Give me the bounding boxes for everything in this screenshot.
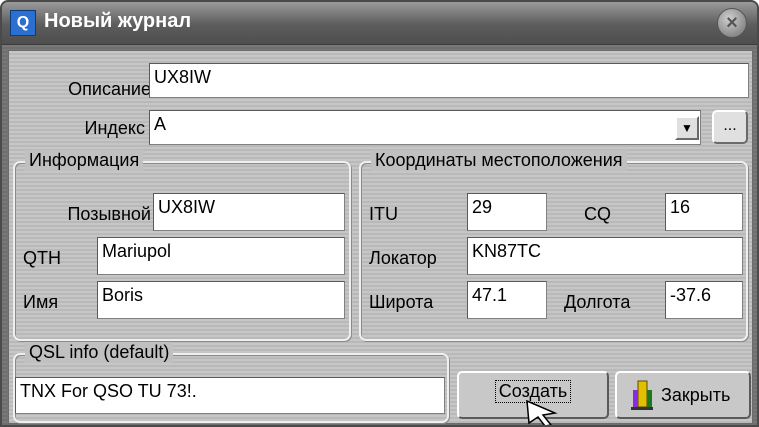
locator-label: Локатор — [369, 248, 437, 268]
callsign-field[interactable]: UX8IW — [153, 193, 345, 231]
description-field[interactable]: UX8IW — [149, 63, 749, 98]
name-label: Имя — [23, 292, 59, 312]
cq-label: CQ — [584, 204, 611, 224]
app-logo-icon: Q — [10, 10, 36, 36]
close-button[interactable]: Закрыть — [615, 371, 751, 419]
latitude-label: Широта — [369, 292, 434, 312]
index-label: Индекс — [84, 118, 145, 138]
qsl-info-field[interactable]: TNX For QSO TU 73!. — [15, 377, 445, 414]
name-field[interactable]: Boris — [97, 281, 345, 319]
longitude-field[interactable]: -37.6 — [665, 281, 743, 319]
chevron-down-icon[interactable]: ▼ — [675, 116, 699, 140]
mouse-cursor-icon — [526, 399, 558, 425]
title-bar[interactable]: Q Новый журнал × — [2, 2, 757, 45]
latitude-field[interactable]: 47.1 — [467, 281, 547, 319]
close-button-label: Закрыть — [661, 385, 731, 405]
qth-label: QTH — [23, 248, 61, 268]
description-label: Описание — [68, 79, 151, 99]
cq-field[interactable]: 16 — [665, 193, 743, 231]
qsl-group-title: QSL info (default) — [25, 342, 174, 363]
info-group-title: Информация — [25, 150, 144, 171]
qth-field[interactable]: Mariupol — [97, 237, 345, 275]
window-title: Новый журнал — [44, 10, 192, 32]
dialog-window: Q Новый журнал × Описание UX8IW Индекс A… — [0, 0, 759, 427]
locator-field[interactable]: KN87TC — [467, 237, 743, 275]
itu-field[interactable]: 29 — [467, 193, 547, 231]
dialog-content: Описание UX8IW Индекс A ▼ ... Информация… — [8, 50, 753, 425]
close-icon[interactable]: × — [717, 8, 747, 38]
longitude-label: Долгота — [564, 292, 631, 312]
coords-group-title: Координаты местоположения — [371, 150, 627, 171]
browse-button[interactable]: ... — [712, 110, 748, 144]
itu-label: ITU — [369, 204, 398, 224]
index-select[interactable]: A — [149, 110, 701, 145]
door-exit-icon — [631, 380, 653, 410]
callsign-label: Позывной — [67, 204, 151, 224]
